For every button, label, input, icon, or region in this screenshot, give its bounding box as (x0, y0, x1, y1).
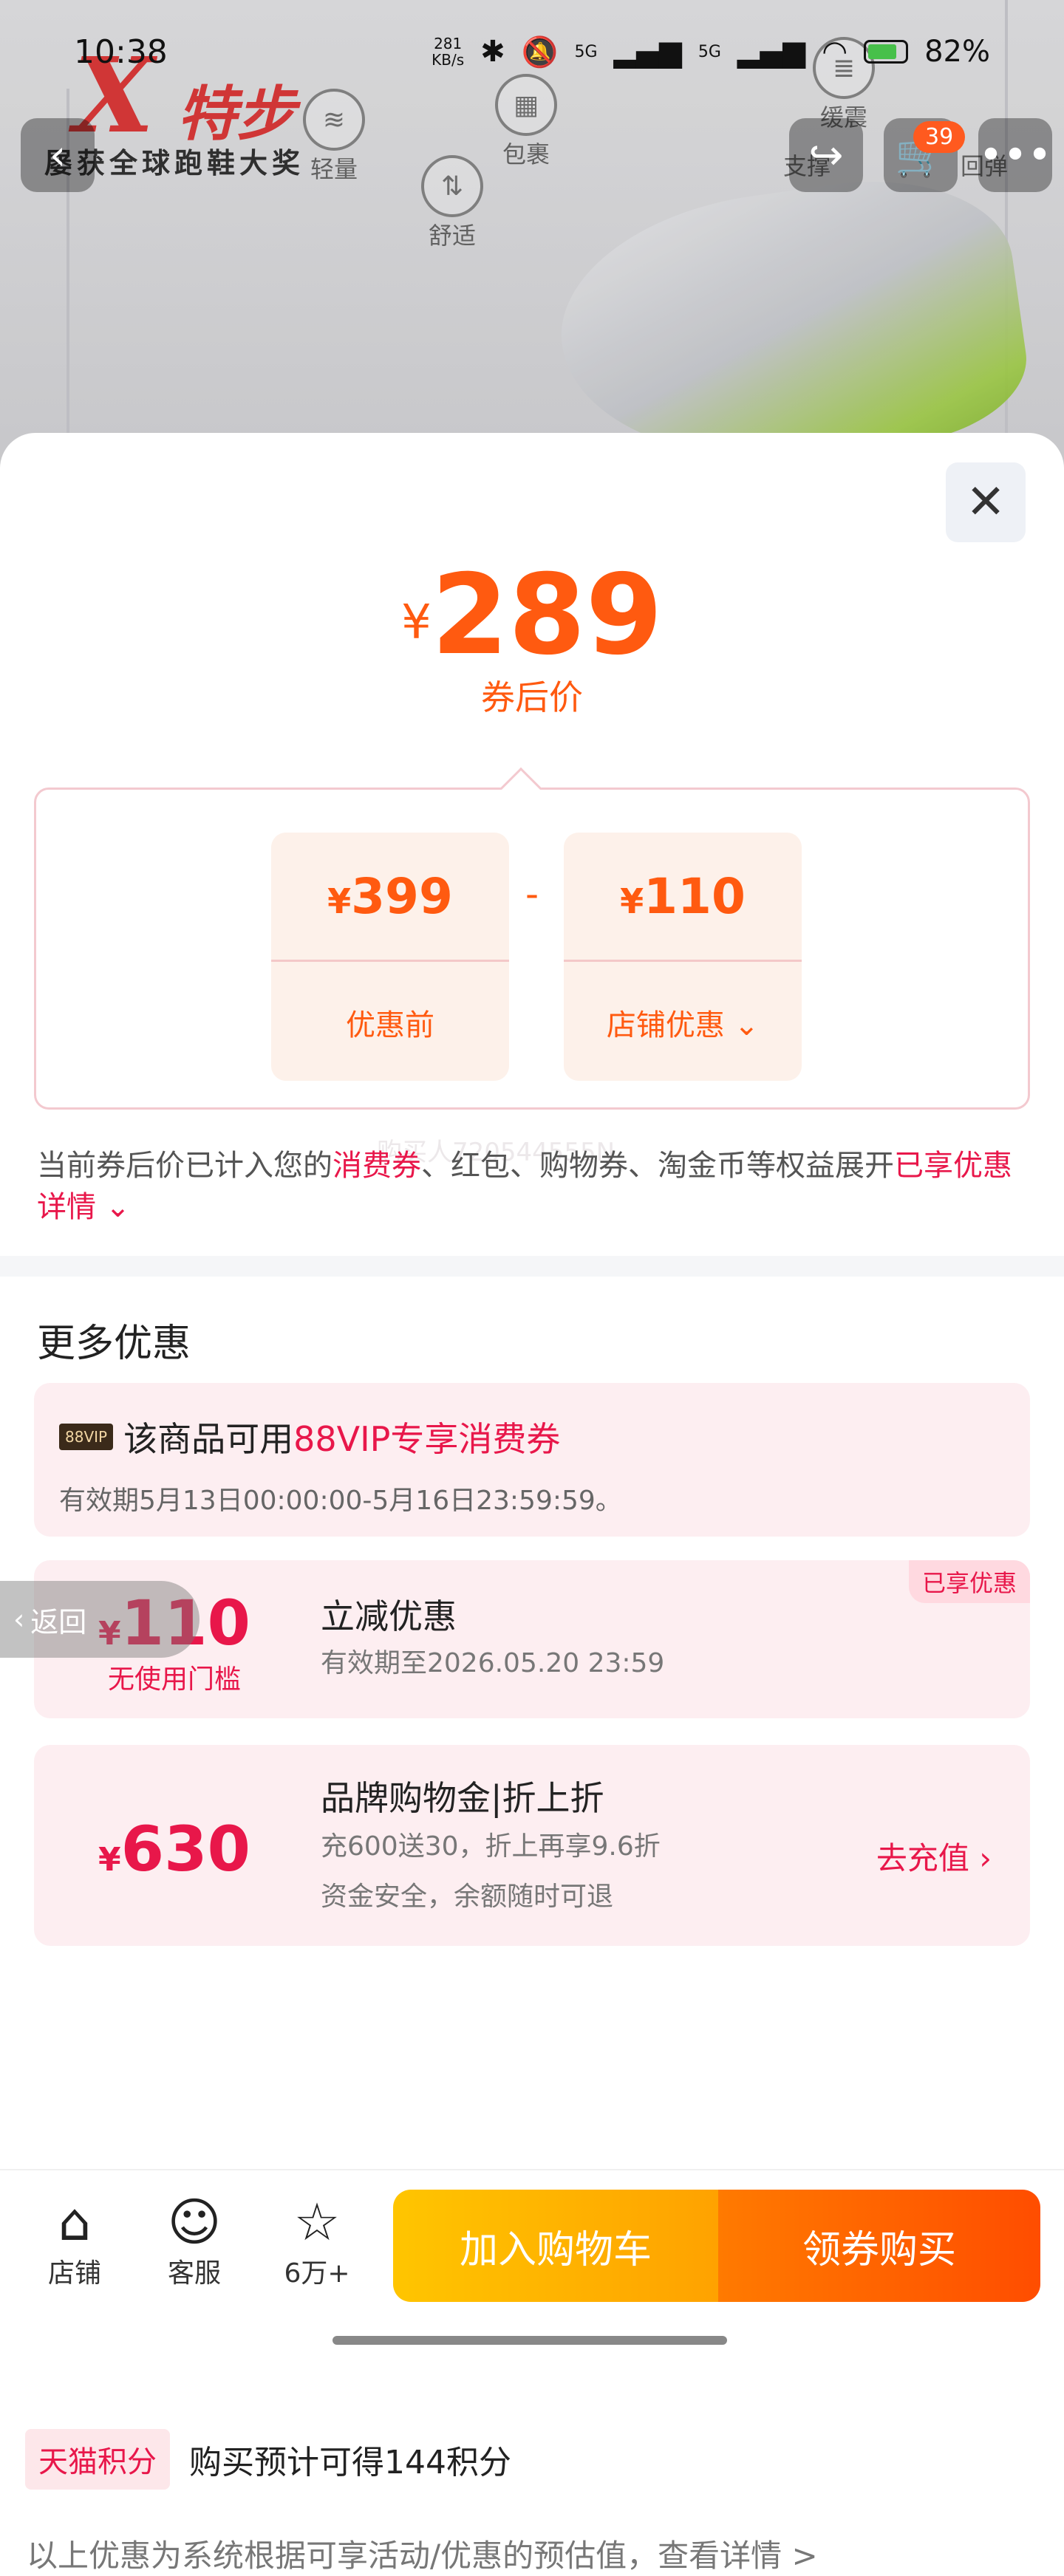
section-divider (0, 1256, 1064, 1277)
chevron-left-icon: ‹ (49, 131, 66, 180)
chevron-down-icon: ⌄ (734, 1008, 760, 1042)
original-price-card: ¥399 优惠前 (271, 833, 509, 1081)
customer-service-button[interactable]: ☺ 客服 (146, 2193, 242, 2290)
chevron-down-icon: ⌄ (96, 1190, 131, 1224)
enjoyed-badge: 已享优惠 (908, 1560, 1030, 1603)
signal-icon: ▂▄▆ (613, 35, 682, 69)
favorite-count: 6万+ (284, 2258, 350, 2289)
estimate-disclaimer-link[interactable]: 以上优惠为系统根据可享活动/优惠的预估值，查看详情 > (27, 2531, 818, 2576)
chevron-left-icon: ‹ (13, 1603, 25, 1636)
vip-validity: 有效期5月13日00:00:00-5月16日23:59:59。 (59, 1486, 622, 1516)
home-indicator (332, 2336, 727, 2345)
instant-discount-threshold: 无使用门槛 (107, 1664, 241, 1695)
final-price: ¥289 (401, 551, 663, 680)
bluetooth-icon: ✱ (480, 35, 505, 69)
instant-discount-title: 立减优惠 (321, 1596, 457, 1636)
close-button[interactable]: ✕ (946, 462, 1026, 542)
network-speed: 281 KB/s (432, 35, 465, 69)
signal-label-2: 5G (698, 42, 721, 61)
service-icon: ☺ (167, 2192, 222, 2252)
signal-label-1: 5G (574, 42, 598, 61)
store-button[interactable]: ⌂ 店铺 (27, 2193, 123, 2290)
buy-with-coupon-button[interactable]: 领券购买 (718, 2190, 1040, 2302)
price-note: 当前券后价已计入您的消费券、红包、购物券、淘金币等权益展开已享优惠详情 ⌄ (37, 1149, 1012, 1224)
wifi-icon: ◠ (822, 35, 848, 69)
tmall-points-tag: 天猫积分 (25, 2429, 170, 2490)
close-icon: ✕ (966, 475, 1006, 530)
price-breakdown: ¥399 优惠前 - ¥110 店铺优惠 ⌄ (34, 767, 1030, 1110)
instant-discount-validity: 有效期至2026.05.20 23:59 (321, 1648, 665, 1678)
brand-credit-card[interactable]: ¥630 品牌购物金|折上折 充600送30，折上再享9.6折 资金安全，余额随… (34, 1745, 1030, 1946)
status-time: 10:38 (74, 33, 168, 71)
store-discount: 110 (644, 868, 746, 925)
return-button[interactable]: ‹ 返回 (0, 1581, 200, 1658)
minus-sign: - (525, 872, 539, 915)
brand-credit-line1: 充600送30，折上再享9.6折 (321, 1831, 661, 1862)
brand-credit-amount: ¥630 (98, 1813, 250, 1885)
points-estimate: 购买预计可得144积分 (189, 2444, 511, 2481)
store-label: 店铺 (47, 2258, 101, 2289)
recharge-link[interactable]: 去充值 › (876, 1834, 992, 1879)
vip-badge-icon: 88VIP (59, 1424, 114, 1450)
star-icon: ☆ (293, 2192, 341, 2252)
favorite-button[interactable]: ☆ 6万+ (269, 2193, 365, 2290)
battery-icon (864, 40, 909, 64)
add-to-cart-button[interactable]: 加入购物车 (393, 2190, 718, 2302)
store-discount-label: 店铺优惠 (606, 1008, 725, 1042)
mute-icon: 🔕 (521, 35, 559, 69)
back-button[interactable]: ‹ (21, 118, 95, 192)
share-icon: ↪ (808, 131, 844, 180)
cart-count-badge: 39 (913, 121, 966, 153)
service-label: 客服 (167, 2258, 221, 2289)
share-button[interactable]: ↪ (789, 118, 863, 192)
return-label: 返回 (30, 1605, 87, 1639)
store-discount-card[interactable]: ¥110 店铺优惠 ⌄ (564, 833, 802, 1081)
battery-percent: 82% (924, 35, 990, 69)
store-icon: ⌂ (58, 2192, 92, 2252)
points-row: 天猫积分 购买预计可得144积分 (25, 2429, 511, 2490)
more-button[interactable]: ••• (978, 118, 1052, 192)
signal-icon: ▂▄▆ (737, 35, 806, 69)
brand-credit-title: 品牌购物金|折上折 (321, 1778, 604, 1818)
vip-coupon-card[interactable]: 88VIP 该商品可用88VIP专享消费券 有效期5月13日00:00:00-5… (34, 1383, 1030, 1537)
more-offers-title: 更多优惠 (37, 1322, 191, 1366)
original-price: 399 (351, 868, 453, 925)
original-price-label: 优惠前 (346, 1008, 434, 1042)
box-notch (499, 767, 542, 810)
brand-credit-line2: 资金安全，余额随时可退 (321, 1882, 614, 1912)
bottom-action-bar: ⌂ 店铺 ☺ 客服 ☆ 6万+ 加入购物车 领券购买 (0, 2169, 1064, 2364)
discount-detail-sheet: ✕ ¥289 券后价 ¥399 优惠前 - ¥110 店铺优惠 ⌄ 购买人720… (0, 433, 1064, 2574)
status-bar: 10:38 281 KB/s ✱ 🔕 5G ▂▄▆ 5G ▂▄▆ ◠ 82% (0, 0, 1064, 103)
more-icon: ••• (978, 131, 1052, 180)
final-price-label: 券后价 (481, 677, 583, 717)
